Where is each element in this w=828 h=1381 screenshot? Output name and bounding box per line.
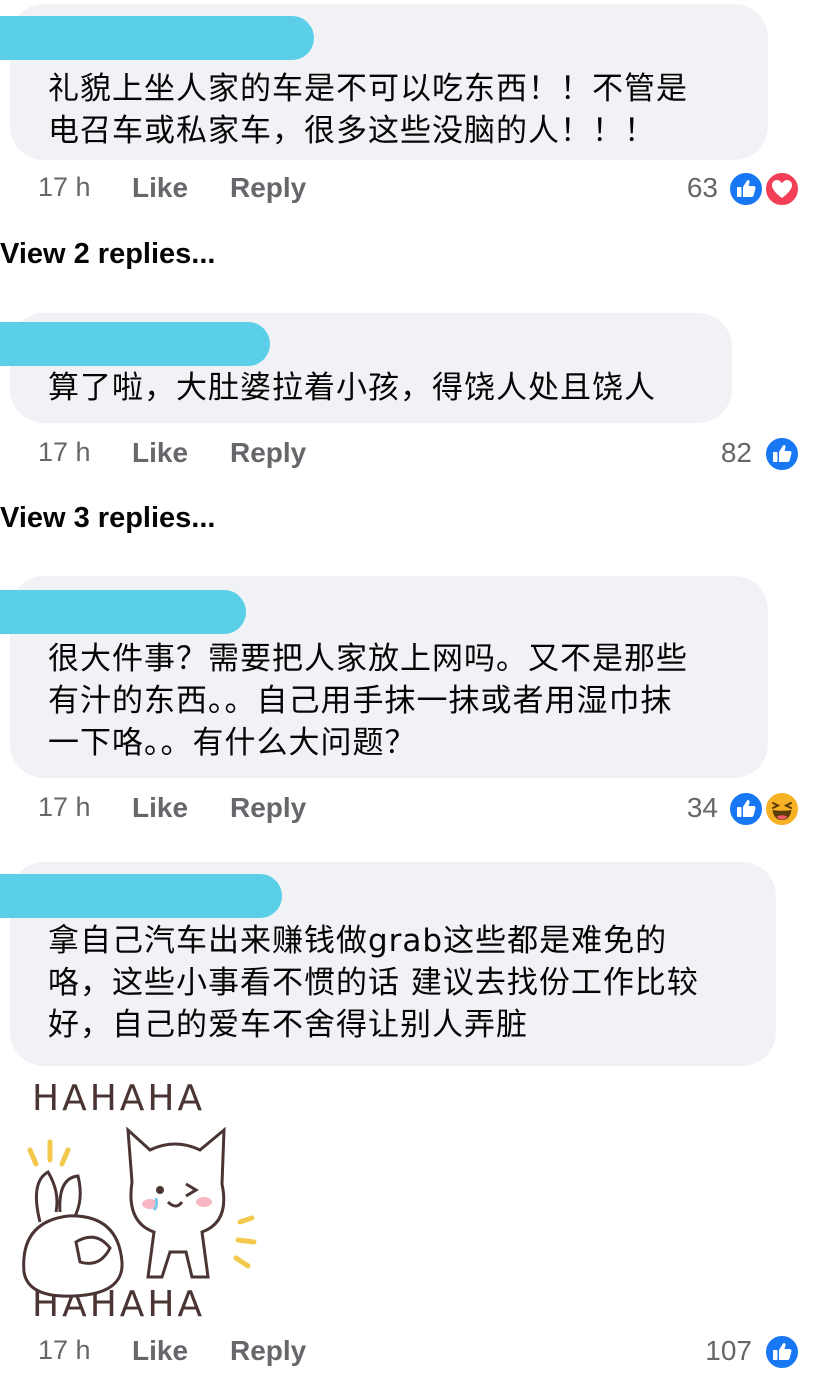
rabbit-icon [22, 1169, 124, 1298]
like-icon[interactable] [764, 436, 800, 472]
love-icon[interactable] [764, 171, 800, 207]
laughing-cat-rabbit-sticker: HAHAHA HAHAHA [22, 1078, 257, 1322]
redacted-author-name [0, 874, 282, 918]
reply-button[interactable]: Reply [230, 172, 306, 204]
redacted-author-name [0, 590, 246, 634]
like-icon[interactable] [728, 171, 764, 207]
comment-text: 算了啦，大肚婆拉着小孩，得饶人处且饶人 [48, 370, 656, 406]
comment-text: 礼貌上坐人家的车是不可以吃东西！！不管是 电召车或私家车，很多这些没脑的人！！！ [48, 71, 688, 149]
comment-actions: 17 h Like Reply 63 [0, 171, 828, 212]
comment-text: 很大件事？需要把人家放上网吗。又不是那些 有汁的东西。。自己用手抹一抹或者用湿巾… [48, 641, 688, 761]
reply-button[interactable]: Reply [230, 437, 306, 469]
sticker-top-text: HAHAHA [32, 1078, 205, 1119]
comment-timestamp: 17 h [38, 1335, 91, 1365]
comment-timestamp: 17 h [38, 437, 91, 467]
redacted-author-name [0, 322, 270, 366]
like-button[interactable]: Like [132, 792, 188, 824]
comment-actions: 17 h Like Reply 34 [0, 791, 828, 832]
reply-button[interactable]: Reply [230, 1335, 306, 1367]
reply-button[interactable]: Reply [230, 792, 306, 824]
comment-actions: 17 h Like Reply 107 [0, 1334, 828, 1375]
like-icon[interactable] [728, 791, 764, 827]
reaction-count[interactable]: 34 [640, 792, 718, 824]
reaction-count[interactable]: 63 [640, 172, 718, 204]
comment-timestamp: 17 h [38, 172, 91, 202]
redacted-author-name [0, 16, 314, 60]
view-replies-link[interactable]: View 3 replies... [0, 502, 215, 535]
haha-icon[interactable] [764, 791, 800, 827]
view-replies-link[interactable]: View 2 replies... [0, 238, 215, 271]
comment-text: 拿自己汽车出来赚钱做grab这些都是难免的 咯，这些小事看不惯的话 建议去找份工… [48, 923, 699, 1043]
like-button[interactable]: Like [132, 172, 188, 204]
comment-actions: 17 h Like Reply 82 [0, 436, 828, 477]
like-button[interactable]: Like [132, 1335, 188, 1367]
reaction-count[interactable]: 82 [680, 437, 752, 469]
like-button[interactable]: Like [132, 437, 188, 469]
reaction-count[interactable]: 107 [660, 1335, 752, 1367]
like-icon[interactable] [764, 1334, 800, 1370]
comment-timestamp: 17 h [38, 792, 91, 822]
